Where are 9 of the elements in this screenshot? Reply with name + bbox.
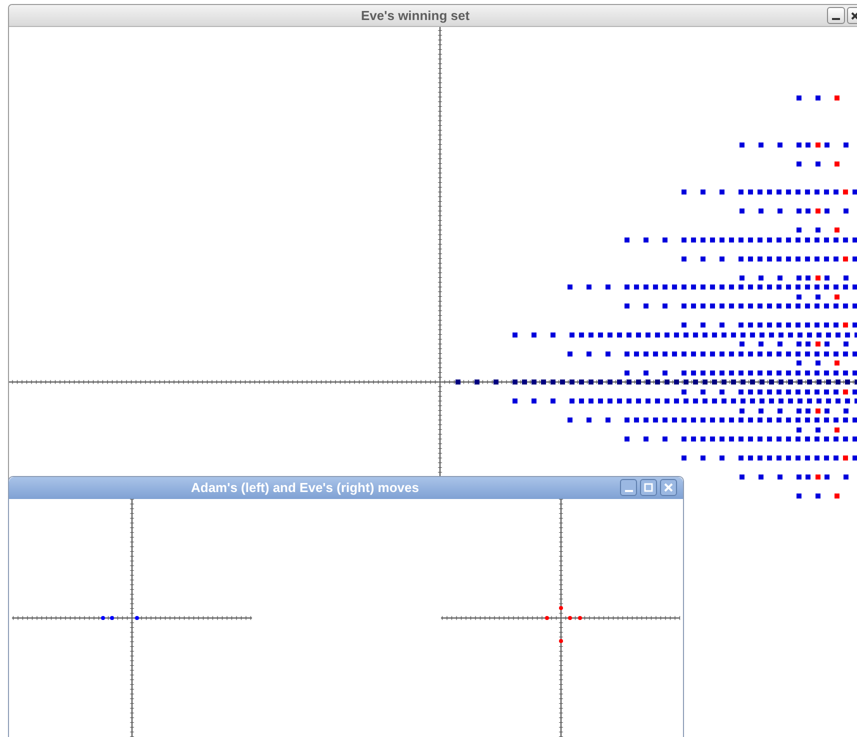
window-title: Adam's (left) and Eve's (right) moves [191, 479, 419, 498]
maximize-button[interactable] [640, 479, 657, 496]
window-title: Eve's winning set [361, 6, 470, 25]
close-icon [851, 12, 857, 20]
minimize-icon [624, 490, 632, 492]
minimize-button[interactable] [827, 7, 845, 24]
maximize-icon [644, 483, 653, 492]
close-icon [664, 483, 673, 492]
minimize-icon [832, 18, 840, 20]
